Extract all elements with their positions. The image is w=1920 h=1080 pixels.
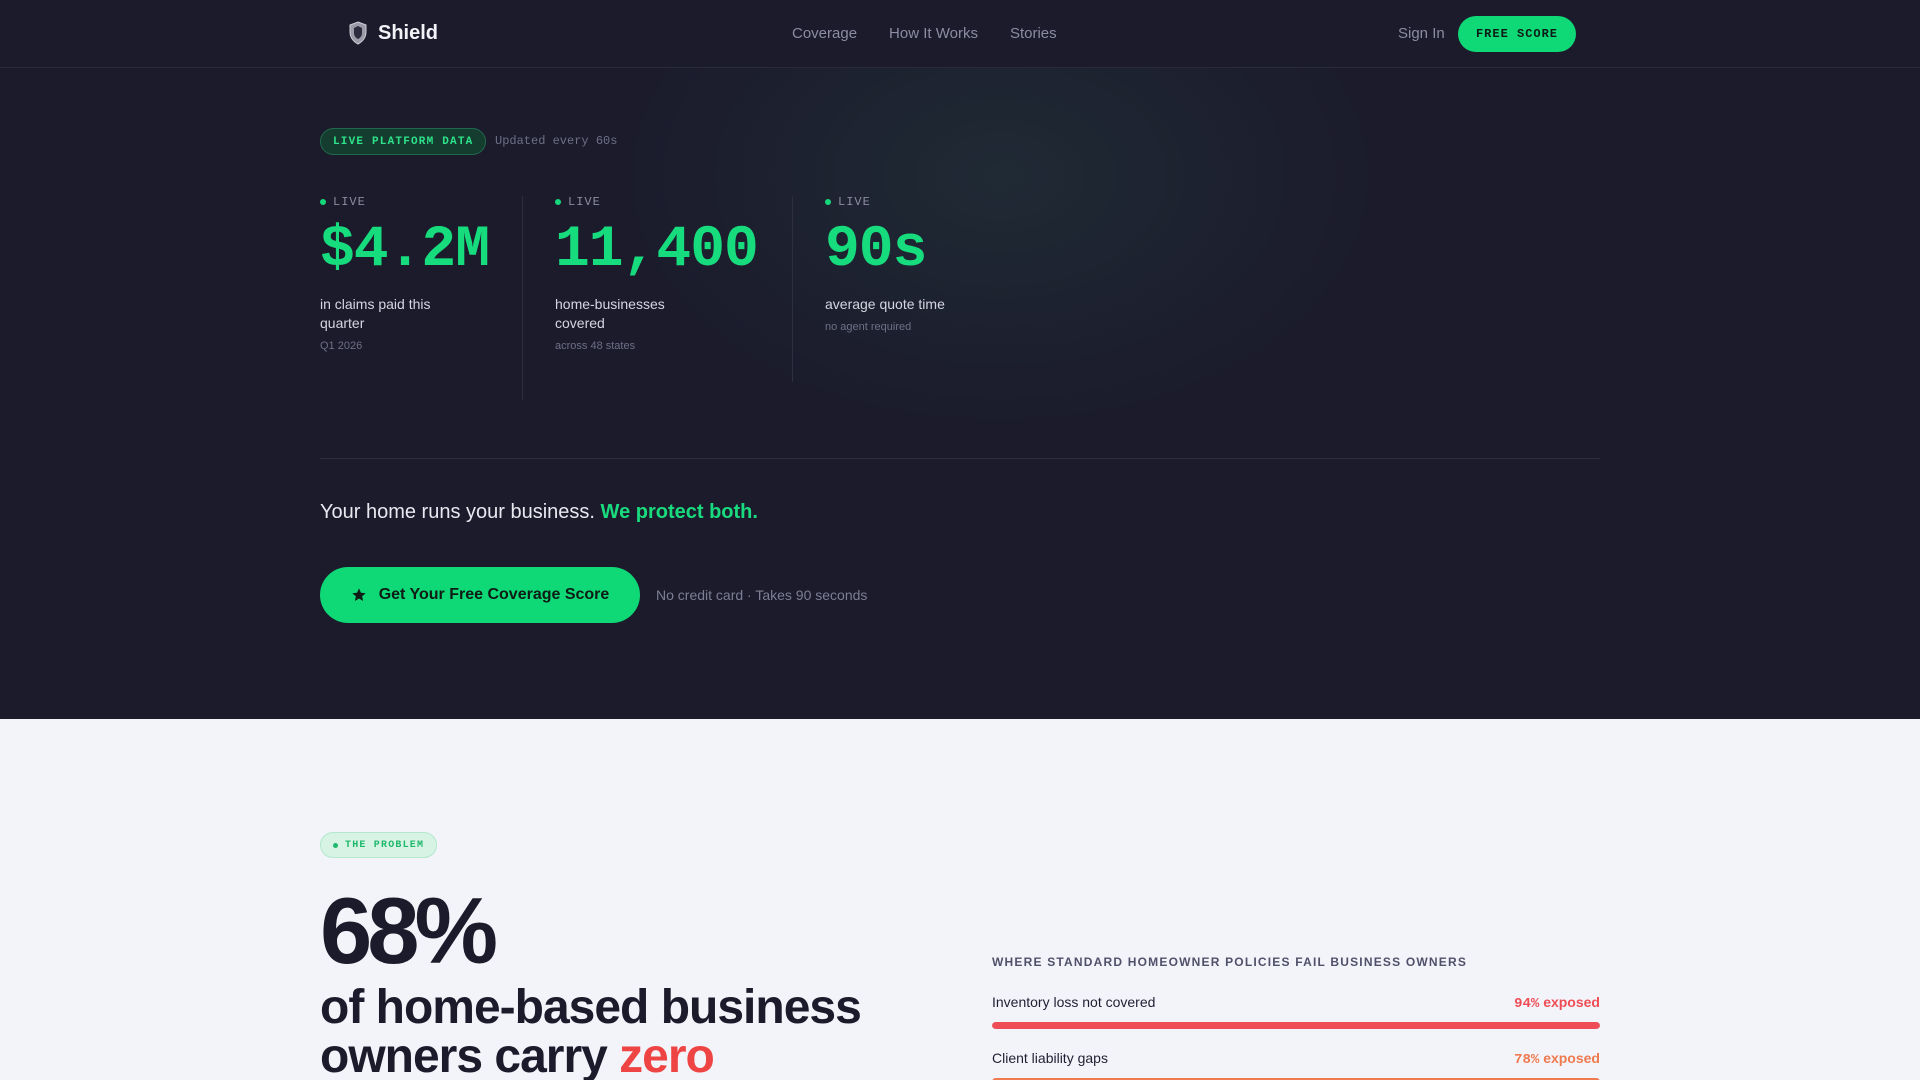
bar-value: 94% exposed bbox=[1514, 994, 1600, 1012]
stat-claims: LIVE $4.2M in claims paid this quarter Q… bbox=[320, 195, 490, 352]
hero-section: LIVE PLATFORM DATA Updated every 60s LIV… bbox=[0, 68, 1920, 719]
stat-businesses: LIVE 11,400 home-businesses covered acro… bbox=[555, 195, 759, 352]
nav-links: Coverage How It Works Stories bbox=[792, 25, 1057, 42]
problem-badge: THE PROBLEM bbox=[320, 832, 438, 858]
live-indicator: LIVE bbox=[555, 195, 758, 209]
stat-sub: Q1 2026 bbox=[320, 339, 363, 352]
stat-divider bbox=[792, 196, 793, 382]
bar-track bbox=[992, 1022, 1600, 1029]
live-dot-icon bbox=[320, 199, 326, 205]
nav-link-how-it-works[interactable]: How It Works bbox=[889, 25, 978, 42]
problem-headline: of home-based business owners carry zero bbox=[320, 983, 940, 1080]
stat-label: in claims paid this quarter bbox=[320, 295, 431, 331]
bar-label: Client liability gaps bbox=[992, 1050, 1108, 1066]
hero-tagline: Your home runs your business. We protect… bbox=[320, 501, 758, 523]
stat-quote-time: LIVE 90s average quote time no agent req… bbox=[825, 195, 945, 333]
get-coverage-score-button[interactable]: Get Your Free Coverage Score bbox=[320, 567, 640, 623]
live-indicator: LIVE bbox=[320, 195, 489, 209]
stat-divider bbox=[522, 196, 523, 400]
live-indicator: LIVE bbox=[825, 195, 945, 209]
problem-section: THE PROBLEM 68% of home-based business o… bbox=[0, 719, 1920, 1080]
tagline-accent: We protect both. bbox=[600, 501, 758, 523]
live-dot-icon bbox=[825, 199, 831, 205]
badge-dot-icon bbox=[333, 842, 338, 848]
stat-value: 90s bbox=[825, 218, 927, 283]
exposure-bar-inventory: Inventory loss not covered 94% exposed bbox=[992, 994, 1600, 1029]
nav-link-coverage[interactable]: Coverage bbox=[792, 25, 857, 42]
brand-logo[interactable]: Shield bbox=[348, 21, 438, 45]
stat-value: 11,400 bbox=[555, 218, 759, 283]
policy-fail-title: WHERE STANDARD HOMEOWNER POLICIES FAIL B… bbox=[992, 955, 1468, 969]
updated-note: Updated every 60s bbox=[495, 134, 618, 148]
problem-percentage: 68% bbox=[320, 878, 498, 983]
free-score-button[interactable]: FREE SCORE bbox=[1458, 16, 1576, 52]
hero-divider bbox=[320, 458, 1600, 459]
live-platform-badge: LIVE PLATFORM DATA bbox=[320, 128, 487, 155]
stat-label: average quote time bbox=[825, 295, 945, 312]
sign-in-link[interactable]: Sign In bbox=[1398, 25, 1445, 42]
star-icon bbox=[352, 588, 366, 601]
bar-fill bbox=[992, 1022, 1600, 1029]
bar-label: Inventory loss not covered bbox=[992, 994, 1156, 1010]
shield-icon bbox=[349, 21, 367, 45]
stat-sub: across 48 states bbox=[555, 339, 636, 352]
stat-label: home-businesses covered bbox=[555, 295, 665, 331]
stat-value: $4.2M bbox=[320, 218, 490, 283]
top-nav: Shield Coverage How It Works Stories Sig… bbox=[0, 0, 1920, 68]
nav-link-stories[interactable]: Stories bbox=[1010, 25, 1057, 42]
exposure-bar-liability: Client liability gaps 78% exposed bbox=[992, 1050, 1600, 1080]
stat-sub: no agent required bbox=[825, 320, 912, 333]
live-dot-icon bbox=[555, 199, 561, 205]
bar-value: 78% exposed bbox=[1514, 1050, 1600, 1068]
brand-name: Shield bbox=[378, 21, 439, 44]
headline-accent: zero bbox=[619, 1030, 715, 1080]
cta-note: No credit card · Takes 90 seconds bbox=[656, 587, 868, 603]
